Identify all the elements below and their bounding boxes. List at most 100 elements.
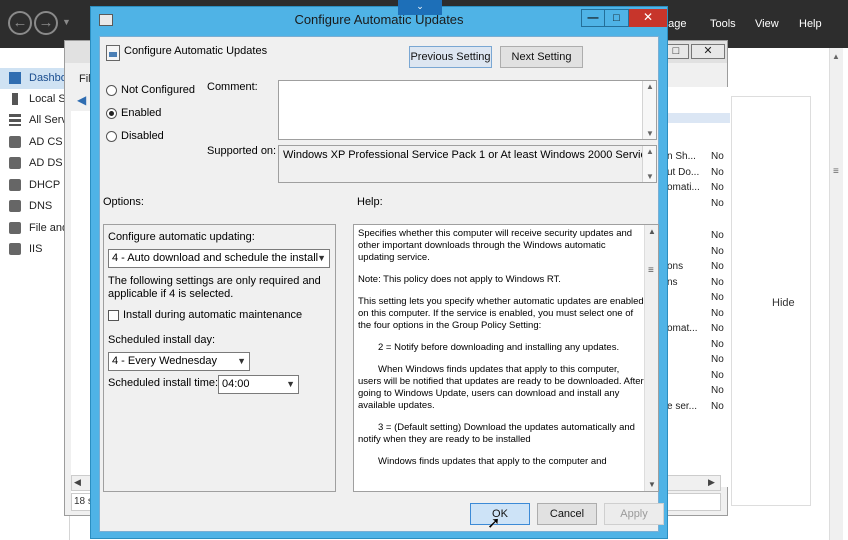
checkbox-indicator[interactable]	[108, 310, 119, 321]
scroll-left-icon[interactable]: ◀	[74, 477, 81, 488]
dialog-body: Configure Automatic Updates Previous Set…	[99, 36, 664, 532]
sidebar-item-all-servers[interactable]: All Serv	[0, 110, 70, 131]
chevron-down-icon[interactable]: ▼	[237, 353, 246, 370]
chevron-down-icon[interactable]: ⌄	[398, 0, 442, 15]
options-note: The following settings are only required…	[108, 275, 321, 300]
scroll-up-icon[interactable]: ▲	[648, 227, 656, 236]
menu-view[interactable]: View	[755, 18, 779, 30]
help-text: Specifies whether this computer will rec…	[358, 228, 644, 478]
comment-scrollbar[interactable]: ▲ ▼	[642, 81, 656, 139]
sidebar-item-label: File and	[29, 222, 69, 234]
supported-on-value: Windows XP Professional Service Pack 1 o…	[283, 149, 657, 161]
close-icon[interactable]: ✕	[691, 44, 725, 59]
policy-icon	[106, 45, 120, 61]
sidebar-item-local-server[interactable]: Local S	[0, 89, 70, 110]
scroll-down-icon[interactable]: ▼	[648, 480, 656, 489]
list-item-state: No	[711, 230, 724, 241]
menu-tools[interactable]: Tools	[710, 18, 736, 30]
role-icon	[9, 136, 21, 148]
scroll-grip-icon[interactable]: ≡	[648, 265, 654, 276]
help-paragraph: Note: This policy does not apply to Wind…	[358, 274, 561, 285]
minimize-icon[interactable]: —	[581, 9, 605, 27]
list-item-name: ons	[667, 261, 684, 272]
server-icon	[12, 93, 18, 105]
list-item-name: e ser...	[667, 400, 698, 412]
radio-label: Enabled	[121, 107, 162, 119]
back-arrow-icon[interactable]: ◀	[77, 93, 86, 107]
list-item[interactable]: ut Do... No	[667, 167, 727, 181]
help-paragraph: Specifies whether this computer will rec…	[358, 228, 633, 263]
list-item[interactable]: No	[667, 354, 727, 365]
comment-label: Comment:	[207, 81, 258, 93]
configure-automatic-updates-dialog: Configure Automatic Updates ⌄ — □ ✕ Conf…	[90, 0, 668, 539]
radio-indicator[interactable]	[106, 131, 117, 142]
list-item[interactable]: No	[667, 292, 727, 303]
sidebar-item-label: AD DS	[29, 157, 63, 169]
install-time-dropdown[interactable]: 04:00 ▼	[218, 375, 299, 394]
sidebar-item-label: DHCP	[29, 179, 61, 191]
list-item[interactable]: No	[667, 370, 727, 381]
scroll-up-icon[interactable]: ▲	[646, 82, 654, 91]
chevron-down-icon[interactable]: ▼	[62, 17, 71, 27]
maximize-icon[interactable]: □	[605, 9, 629, 27]
help-panel: Specifies whether this computer will rec…	[353, 224, 659, 492]
list-item-name: ns	[667, 276, 678, 288]
back-arrow-icon[interactable]: ←	[8, 11, 32, 35]
previous-setting-button[interactable]: Previous Setting	[409, 46, 492, 68]
apply-button[interactable]: Apply	[604, 503, 664, 525]
sidebar-item-label: All Serv	[29, 114, 67, 126]
install-time-label: Scheduled install time:	[108, 377, 219, 389]
chevron-down-icon[interactable]: ▼	[317, 250, 326, 267]
scroll-grip-icon[interactable]: ≡	[833, 166, 839, 177]
scroll-down-icon[interactable]: ▼	[646, 129, 654, 138]
list-item-state: No	[711, 400, 724, 412]
help-scrollbar[interactable]: ▲ ≡ ▼	[644, 225, 658, 491]
list-item[interactable]: ns No	[667, 277, 727, 291]
sidebar-item-dhcp[interactable]: DHCP	[0, 175, 70, 196]
scroll-down-icon[interactable]: ▼	[646, 172, 654, 181]
list-item-state: No	[711, 338, 724, 350]
install-day-dropdown[interactable]: 4 - Every Wednesday ▼	[108, 352, 250, 371]
next-setting-button[interactable]: Next Setting	[500, 46, 583, 68]
list-item[interactable]: n Sh... No	[667, 151, 727, 165]
sidebar-item-ad-ds[interactable]: AD DS	[0, 153, 70, 174]
role-icon	[9, 157, 21, 169]
sidebar-item-dns[interactable]: DNS	[0, 196, 70, 217]
scroll-right-icon[interactable]: ▶	[708, 477, 715, 488]
list-item[interactable]: No	[667, 308, 727, 319]
list-item[interactable]: No	[667, 385, 727, 396]
comment-field[interactable]: ▲ ▼	[278, 80, 657, 140]
mouse-cursor-icon: ➚	[487, 515, 501, 532]
cancel-button[interactable]: Cancel	[537, 503, 597, 525]
list-item[interactable]: omati... No	[667, 182, 727, 196]
list-item[interactable]: omat... No	[667, 323, 727, 337]
list-item[interactable]: No	[667, 230, 727, 241]
list-item[interactable]: No	[667, 198, 727, 209]
list-item-name: omati...	[667, 182, 700, 193]
forward-arrow-icon[interactable]: →	[34, 11, 58, 35]
help-paragraph: 2 = Notify before downloading and instal…	[378, 342, 620, 353]
chevron-down-icon[interactable]: ▼	[286, 376, 295, 393]
sidebar-item-iis[interactable]: IIS	[0, 239, 70, 260]
hide-link[interactable]: Hide	[772, 297, 795, 309]
page-scrollbar[interactable]: ▲ ≡	[829, 48, 843, 540]
close-icon[interactable]: ✕	[629, 9, 667, 27]
sidebar-item-dashboard[interactable]: Dashbo	[0, 68, 70, 89]
server-manager-sidebar: Dashbo Local S All Serv AD CS AD DS DHCP…	[0, 48, 70, 540]
list-item-state: No	[711, 182, 724, 193]
gpe-menu-file[interactable]: Fil	[79, 73, 91, 85]
list-item[interactable]: ons No	[667, 261, 727, 275]
radio-label: Disabled	[121, 130, 164, 142]
radio-indicator[interactable]	[106, 108, 117, 119]
radio-indicator[interactable]	[106, 85, 117, 96]
scroll-up-icon[interactable]: ▲	[832, 52, 840, 61]
list-item[interactable]: e ser... No	[667, 401, 727, 415]
configure-updating-dropdown[interactable]: 4 - Auto download and schedule the insta…	[108, 249, 330, 268]
sidebar-item-file-storage[interactable]: File and	[0, 218, 70, 239]
menu-help[interactable]: Help	[799, 18, 822, 30]
list-item[interactable]: No	[667, 339, 727, 350]
list-item[interactable]: No	[667, 246, 727, 257]
sidebar-item-ad-cs[interactable]: AD CS	[0, 132, 70, 153]
supported-scrollbar[interactable]: ▲ ▼	[642, 146, 656, 182]
scroll-up-icon[interactable]: ▲	[646, 147, 654, 156]
